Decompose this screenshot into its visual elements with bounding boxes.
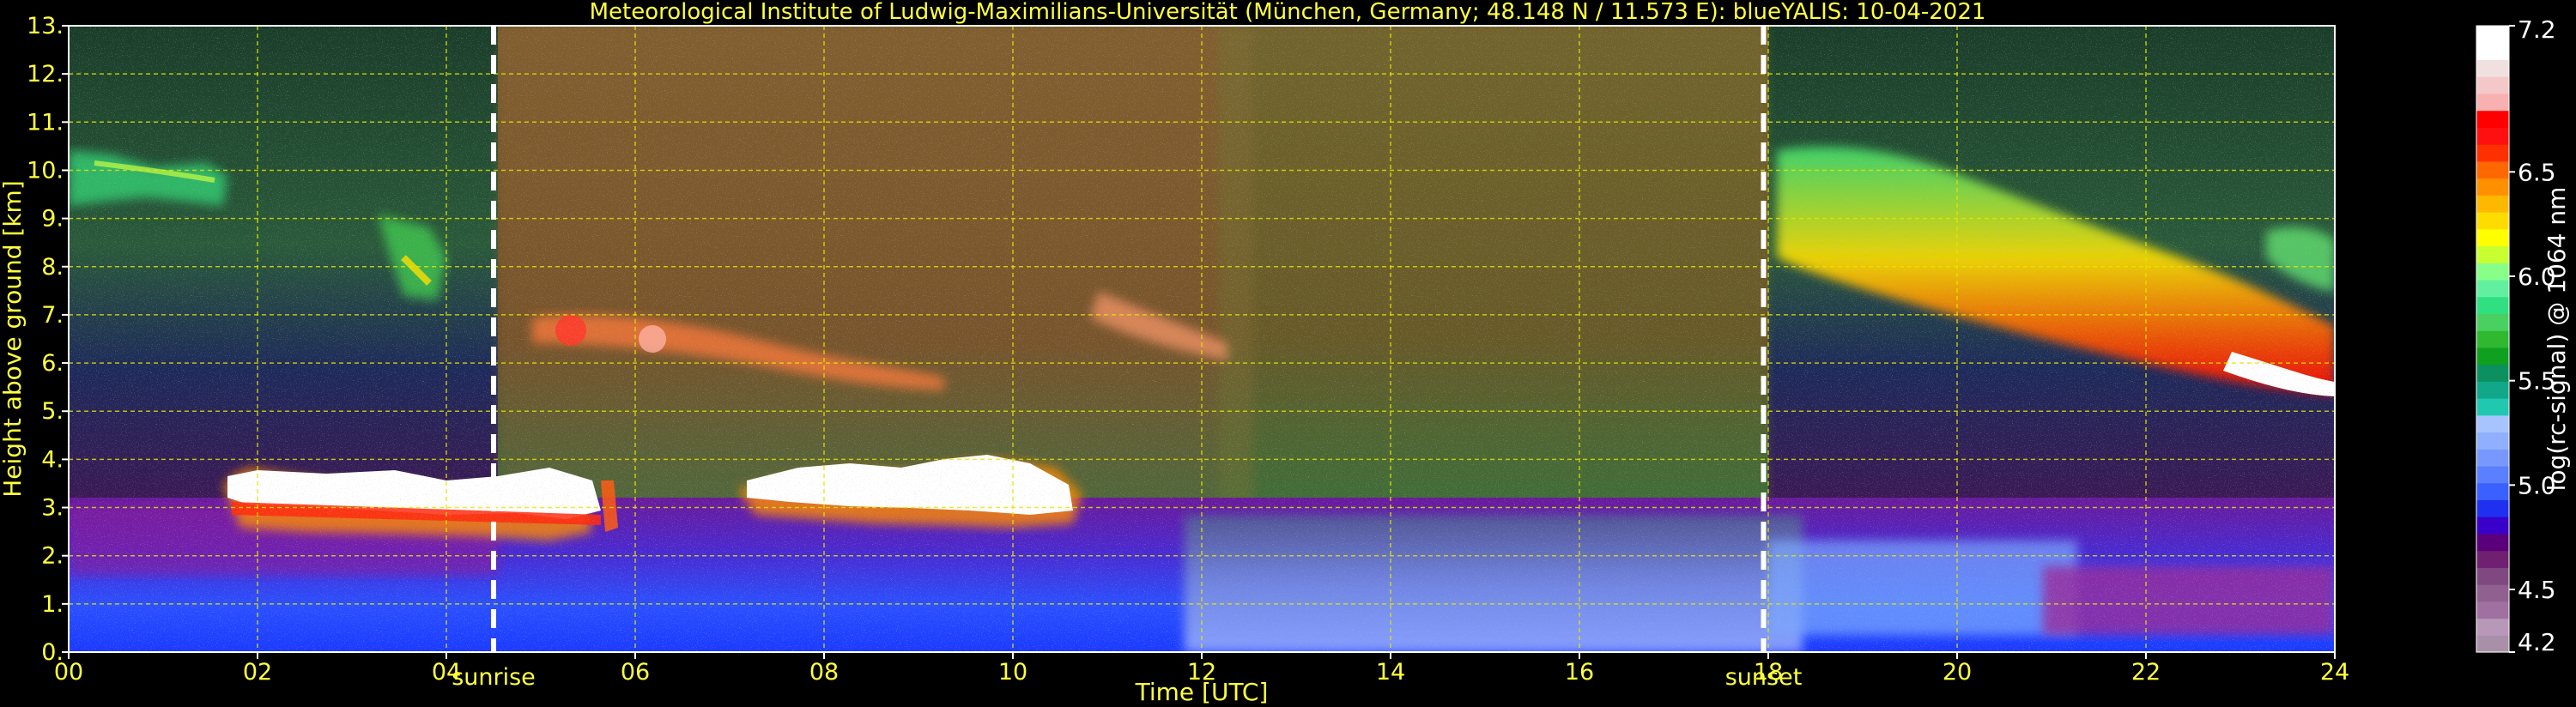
colorbar-segment — [2476, 432, 2509, 450]
colorbar-segment — [2476, 533, 2509, 552]
x-tick-label: 06 — [621, 659, 650, 686]
colorbar-segment — [2476, 499, 2509, 517]
y-tick-label: 1. — [41, 591, 64, 618]
colorbar-segment — [2476, 567, 2509, 585]
colorbar-segment — [2476, 449, 2509, 467]
x-axis-label: Time [UTC] — [1135, 678, 1269, 706]
colorbar-segment — [2476, 178, 2509, 196]
x-tick-label: 02 — [243, 659, 272, 686]
y-axis-label: Height above ground [km] — [0, 180, 27, 498]
colorbar-label: log(rc-signal) @ 1064 nm — [2543, 187, 2571, 492]
colorbar-segment — [2476, 59, 2509, 77]
colorbar-segment — [2476, 279, 2509, 298]
x-tick-label: 18 — [1754, 659, 1783, 686]
marker-label-sunrise: sunrise — [452, 664, 536, 691]
y-tick-label: 4. — [41, 446, 64, 473]
colorbar-segment — [2476, 601, 2509, 619]
colorbar-segment — [2476, 618, 2509, 636]
colorbar-segment — [2476, 212, 2509, 230]
x-tick-label: 04 — [432, 659, 461, 686]
colorbar-segment — [2476, 296, 2509, 315]
colorbar-segment — [2476, 144, 2509, 162]
colorbar-segment — [2476, 195, 2509, 213]
colorbar-segment — [2476, 313, 2509, 331]
x-tick-label: 24 — [2320, 659, 2349, 686]
y-tick-label: 12. — [27, 61, 64, 88]
colorbar-segment — [2476, 414, 2509, 433]
colorbar-segment — [2476, 93, 2509, 112]
colorbar-segment — [2476, 42, 2509, 61]
colorbar-segment — [2476, 381, 2509, 399]
y-tick-label: 5. — [41, 398, 64, 425]
colorbar-segment — [2476, 584, 2509, 602]
x-tick-label: 20 — [1943, 659, 1972, 686]
x-tick-label: 10 — [998, 659, 1027, 686]
colorbar-segment — [2476, 127, 2509, 145]
y-tick-label: 2. — [41, 543, 64, 570]
colorbar-segment — [2476, 228, 2509, 247]
y-tick-label: 7. — [41, 302, 64, 329]
colorbar-segment — [2476, 465, 2509, 484]
colorbar-segment — [2476, 110, 2509, 128]
y-tick-label: 13. — [27, 13, 64, 39]
colorbar-tick-label: 4.2 — [2518, 628, 2556, 656]
y-tick-label: 10. — [27, 157, 64, 184]
y-tick-label: 3. — [41, 495, 64, 522]
colorbar-segment — [2476, 482, 2509, 501]
colorbar-segment — [2476, 364, 2509, 382]
chart-title: Meteorological Institute of Ludwig-Maxim… — [590, 0, 1986, 25]
colorbar-segment — [2476, 635, 2509, 653]
colorbar-segment — [2476, 550, 2509, 568]
colorbar-tick-label: 4.5 — [2518, 576, 2556, 604]
y-axis-ticks: 0.1.2.3.4.5.6.7.8.9.10.11.12.13. — [27, 13, 69, 666]
x-tick-label: 22 — [2131, 659, 2161, 686]
colorbar-segment — [2476, 398, 2509, 416]
colorbar-segment — [2476, 160, 2509, 179]
x-tick-label: 14 — [1376, 659, 1405, 686]
colorbar-segment — [2476, 263, 2509, 281]
x-tick-label: 16 — [1565, 659, 1594, 686]
x-tick-label: 08 — [809, 659, 839, 686]
colorbar-segment — [2476, 26, 2509, 44]
y-tick-label: 8. — [41, 254, 64, 281]
y-tick-label: 6. — [41, 350, 64, 377]
colorbar-segment — [2476, 245, 2509, 263]
colorbar-segment — [2476, 517, 2509, 535]
y-tick-label: 9. — [41, 206, 64, 233]
colorbar-segment — [2476, 76, 2509, 94]
x-tick-label: 00 — [54, 659, 83, 686]
colorbar-segment — [2476, 347, 2509, 366]
colorbar-tick-label: 7.2 — [2518, 15, 2556, 44]
colorbar-tick-label: 6.5 — [2518, 158, 2556, 186]
y-tick-label: 11. — [27, 109, 64, 136]
lidar-quicklook-figure: sunrise sunset 0.1.2.3.4.5.6.7.8.9.10.11.… — [0, 0, 2571, 706]
colorbar-segment — [2476, 330, 2509, 348]
